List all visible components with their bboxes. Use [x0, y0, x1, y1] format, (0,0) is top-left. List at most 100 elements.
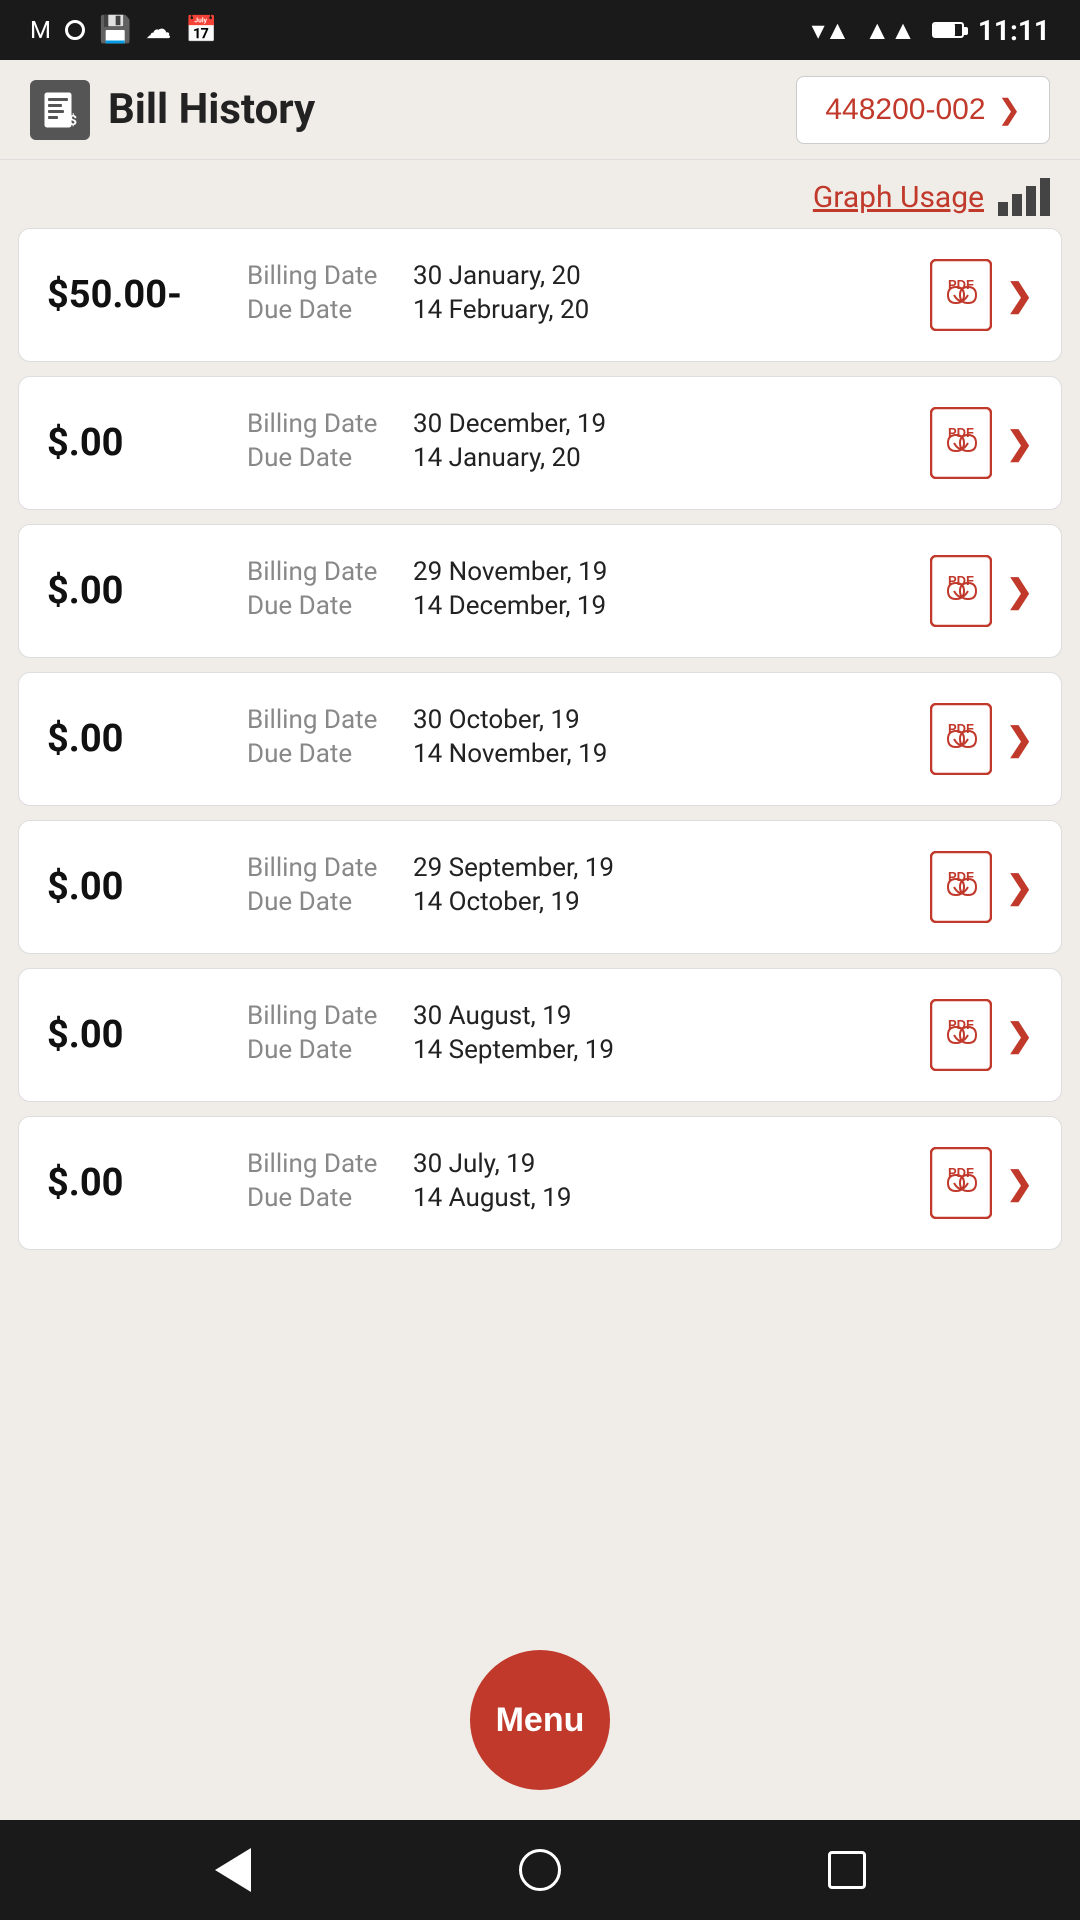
due-date-row: Due Date 14 February, 20 [247, 295, 910, 325]
billing-date-value: 30 October, 19 [413, 705, 580, 735]
bill-actions: PDF ❯ [930, 999, 1033, 1071]
billing-date-value: 29 November, 19 [413, 557, 607, 587]
pdf-icon[interactable]: PDF [930, 703, 992, 775]
billing-date-row: Billing Date 29 November, 19 [247, 557, 910, 587]
graph-usage-link[interactable]: Graph Usage [813, 180, 984, 215]
row-chevron-icon: ❯ [1006, 720, 1033, 758]
billing-date-label: Billing Date [247, 261, 397, 291]
bill-amount: $.00 [47, 717, 227, 761]
record-icon [65, 20, 85, 40]
billing-date-label: Billing Date [247, 409, 397, 439]
bar-chart-icon [998, 178, 1050, 216]
cloud-icon: ☁ [145, 15, 171, 45]
app-header: $ Bill History 448200-002 ❯ [0, 60, 1080, 160]
due-date-value: 14 January, 20 [413, 443, 581, 473]
status-bar: M 💾 ☁ 📅 ▾▲ ▲▲ 11:11 [0, 0, 1080, 60]
due-date-row: Due Date 14 November, 19 [247, 739, 910, 769]
row-chevron-icon: ❯ [1006, 868, 1033, 906]
bill-amount: $.00 [47, 865, 227, 909]
due-date-value: 14 February, 20 [413, 295, 589, 325]
wifi-icon: ▾▲ [812, 15, 851, 46]
bill-dates: Billing Date 30 July, 19 Due Date 14 Aug… [227, 1149, 930, 1217]
due-date-value: 14 December, 19 [413, 591, 606, 621]
bill-actions: PDF ❯ [930, 703, 1033, 775]
save-icon: 💾 [99, 15, 131, 45]
status-time: 11:11 [978, 14, 1050, 47]
billing-date-label: Billing Date [247, 853, 397, 883]
billing-date-label: Billing Date [247, 557, 397, 587]
due-date-value: 14 October, 19 [413, 887, 580, 917]
due-date-label: Due Date [247, 591, 397, 621]
bill-icon: $ [30, 80, 90, 140]
bill-card[interactable]: $.00 Billing Date 30 August, 19 Due Date… [18, 968, 1062, 1102]
account-number: 448200-002 [825, 93, 985, 127]
back-button[interactable] [198, 1835, 268, 1905]
pdf-icon[interactable]: PDF [930, 555, 992, 627]
battery-icon [932, 22, 964, 38]
bill-dates: Billing Date 29 September, 19 Due Date 1… [227, 853, 930, 921]
bill-card[interactable]: $.00 Billing Date 29 September, 19 Due D… [18, 820, 1062, 954]
home-button[interactable] [505, 1835, 575, 1905]
billing-date-row: Billing Date 30 August, 19 [247, 1001, 910, 1031]
due-date-row: Due Date 14 August, 19 [247, 1183, 910, 1213]
billing-date-row: Billing Date 30 July, 19 [247, 1149, 910, 1179]
billing-date-value: 30 December, 19 [413, 409, 606, 439]
due-date-label: Due Date [247, 739, 397, 769]
due-date-value: 14 November, 19 [413, 739, 607, 769]
due-date-label: Due Date [247, 443, 397, 473]
billing-date-row: Billing Date 30 December, 19 [247, 409, 910, 439]
row-chevron-icon: ❯ [1006, 572, 1033, 610]
billing-date-value: 30 July, 19 [413, 1149, 535, 1179]
bill-actions: PDF ❯ [930, 407, 1033, 479]
bill-actions: PDF ❯ [930, 1147, 1033, 1219]
due-date-row: Due Date 14 October, 19 [247, 887, 910, 917]
bill-amount: $.00 [47, 569, 227, 613]
bill-card[interactable]: $.00 Billing Date 30 December, 19 Due Da… [18, 376, 1062, 510]
bill-dates: Billing Date 30 January, 20 Due Date 14 … [227, 261, 930, 329]
recents-button[interactable] [812, 1835, 882, 1905]
bill-card[interactable]: $.00 Billing Date 30 October, 19 Due Dat… [18, 672, 1062, 806]
status-icons-right: ▾▲ ▲▲ 11:11 [812, 14, 1050, 47]
row-chevron-icon: ❯ [1006, 276, 1033, 314]
due-date-row: Due Date 14 January, 20 [247, 443, 910, 473]
menu-container: Menu [0, 1630, 1080, 1820]
page-title: Bill History [108, 85, 315, 134]
due-date-value: 14 August, 19 [413, 1183, 571, 1213]
pdf-icon[interactable]: PDF [930, 851, 992, 923]
bill-card[interactable]: $50.00- Billing Date 30 January, 20 Due … [18, 228, 1062, 362]
bill-amount: $.00 [47, 1013, 227, 1057]
bill-card[interactable]: $.00 Billing Date 30 July, 19 Due Date 1… [18, 1116, 1062, 1250]
account-chevron-icon: ❯ [998, 93, 1021, 126]
billing-date-row: Billing Date 30 January, 20 [247, 261, 910, 291]
pdf-icon[interactable]: PDF [930, 407, 992, 479]
bill-amount: $.00 [47, 421, 227, 465]
status-icons-left: M 💾 ☁ 📅 [30, 15, 218, 45]
billing-date-row: Billing Date 29 September, 19 [247, 853, 910, 883]
billing-date-value: 29 September, 19 [413, 853, 614, 883]
billing-date-value: 30 January, 20 [413, 261, 581, 291]
bill-card[interactable]: $.00 Billing Date 29 November, 19 Due Da… [18, 524, 1062, 658]
calendar-icon: 📅 [185, 15, 217, 45]
due-date-row: Due Date 14 September, 19 [247, 1035, 910, 1065]
due-date-label: Due Date [247, 1035, 397, 1065]
signal-icon: ▲▲ [864, 15, 915, 46]
due-date-label: Due Date [247, 295, 397, 325]
due-date-value: 14 September, 19 [413, 1035, 614, 1065]
bill-actions: PDF ❯ [930, 259, 1033, 331]
row-chevron-icon: ❯ [1006, 424, 1033, 462]
pdf-icon[interactable]: PDF [930, 1147, 992, 1219]
pdf-icon[interactable]: PDF [930, 259, 992, 331]
graph-usage-bar: Graph Usage [0, 160, 1080, 228]
bill-dates: Billing Date 30 December, 19 Due Date 14… [227, 409, 930, 477]
menu-button[interactable]: Menu [470, 1650, 610, 1790]
bill-actions: PDF ❯ [930, 555, 1033, 627]
account-button[interactable]: 448200-002 ❯ [796, 76, 1050, 144]
bill-actions: PDF ❯ [930, 851, 1033, 923]
bill-amount: $50.00- [47, 273, 227, 317]
row-chevron-icon: ❯ [1006, 1016, 1033, 1054]
billing-date-label: Billing Date [247, 1149, 397, 1179]
pdf-icon[interactable]: PDF [930, 999, 992, 1071]
gmail-icon: M [30, 16, 51, 44]
header-left: $ Bill History [30, 80, 315, 140]
bill-dates: Billing Date 30 August, 19 Due Date 14 S… [227, 1001, 930, 1069]
